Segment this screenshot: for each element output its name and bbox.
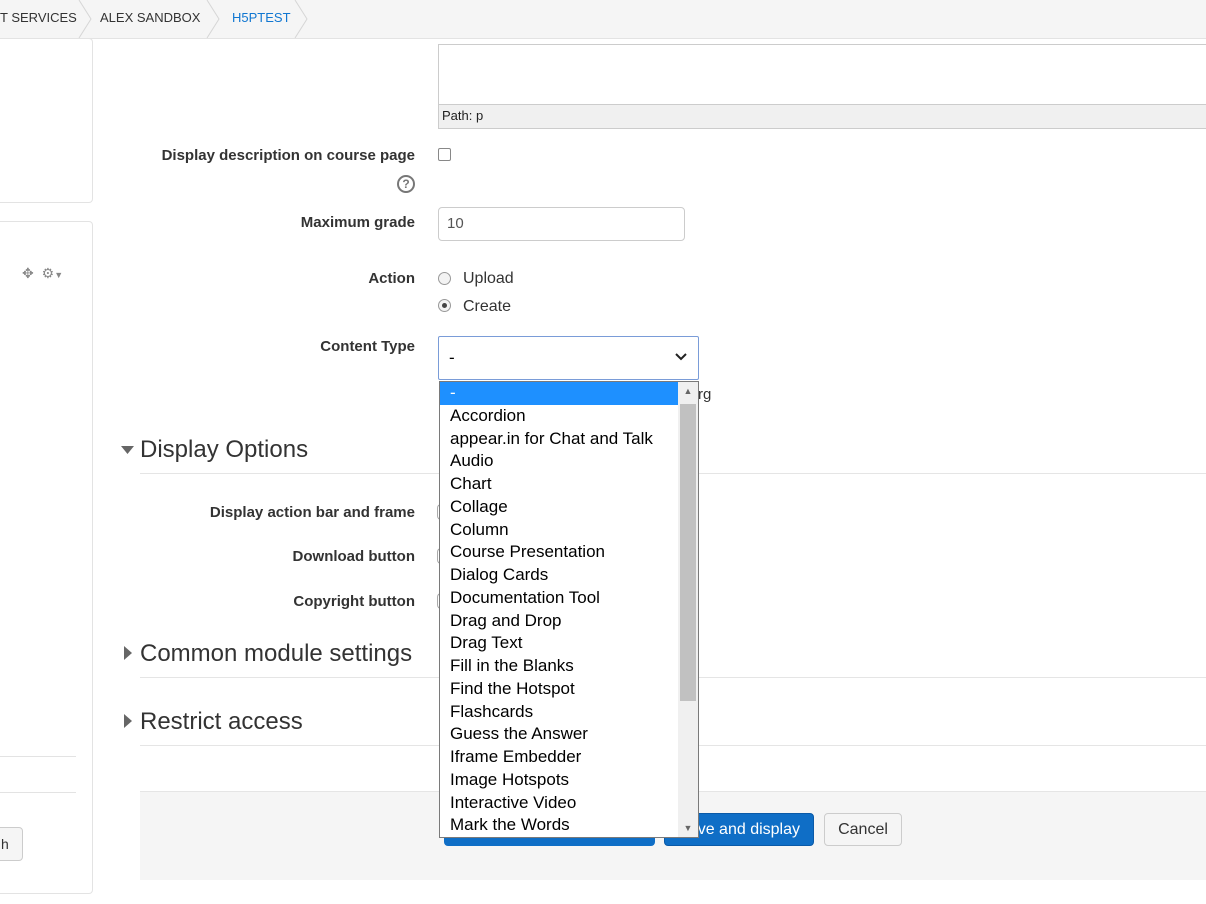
move-icon[interactable]: ✥	[22, 265, 34, 281]
caret-down-icon[interactable]	[121, 446, 134, 455]
breadcrumb-item-alex-sandbox[interactable]: ALEX SANDBOX	[100, 0, 200, 38]
action-upload-label[interactable]: Upload	[463, 270, 514, 288]
dropdown-option[interactable]: Audio	[440, 450, 678, 473]
dropdown-option[interactable]: Accordion	[440, 405, 678, 428]
scroll-up-icon[interactable]: ▲	[678, 386, 698, 396]
section-common-module-settings[interactable]: Common module settings	[140, 640, 412, 668]
sidebar-block-top	[0, 38, 93, 203]
dropdown-option[interactable]: Collage	[440, 496, 678, 519]
description-editor[interactable]: Path: p	[438, 44, 1206, 129]
dropdown-option[interactable]: Column	[440, 519, 678, 542]
sidebar-divider	[0, 756, 76, 757]
breadcrumb: T SERVICES ALEX SANDBOX H5PTEST	[0, 0, 1206, 39]
content-type-value: -	[449, 348, 455, 367]
copyright-button-label: Copyright button	[293, 593, 415, 610]
max-grade-label: Maximum grade	[300, 214, 415, 231]
action-create-label[interactable]: Create	[463, 298, 511, 316]
sidebar-divider	[0, 792, 76, 793]
help-icon[interactable]: ?	[397, 175, 415, 193]
block-controls[interactable]: ✥ ⚙▼	[22, 265, 63, 282]
action-create-radio[interactable]	[438, 299, 451, 312]
dropdown-option[interactable]: Image Hotspots	[440, 769, 678, 792]
dropdown-option[interactable]: Drag and Drop	[440, 610, 678, 633]
dropdown-option[interactable]: Mark the Words	[440, 814, 678, 837]
dropdown-option[interactable]: Fill in the Blanks	[440, 655, 678, 678]
dropdown-option[interactable]: Interactive Video	[440, 792, 678, 815]
content-type-hint: rg	[698, 386, 712, 403]
caret-right-icon[interactable]	[124, 714, 132, 728]
breadcrumb-separator-icon	[78, 0, 92, 38]
dropdown-option[interactable]: Course Presentation	[440, 541, 678, 564]
dropdown-options: - Accordion appear.in for Chat and Talk Aud…	[440, 382, 698, 837]
dropdown-option[interactable]: Guess the Answer	[440, 723, 678, 746]
dropdown-option[interactable]: Chart	[440, 473, 678, 496]
sidebar-button[interactable]: h	[0, 827, 23, 861]
cancel-button[interactable]: Cancel	[824, 813, 902, 846]
chevron-down-icon	[675, 353, 687, 361]
content-type-label: Content Type	[320, 338, 415, 355]
dropdown-option[interactable]: Drag Text	[440, 632, 678, 655]
content-type-dropdown[interactable]: - Accordion appear.in for Chat and Talk Aud…	[439, 381, 699, 838]
breadcrumb-item-h5ptest[interactable]: H5PTEST	[232, 0, 291, 38]
dropdown-option[interactable]: Find the Hotspot	[440, 678, 678, 701]
action-upload-radio[interactable]	[438, 272, 451, 285]
display-description-checkbox[interactable]	[438, 148, 451, 161]
sidebar-block	[0, 221, 93, 894]
dropdown-option[interactable]: Documentation Tool	[440, 587, 678, 610]
action-label: Action	[368, 270, 415, 287]
scrollbar-thumb[interactable]	[680, 404, 696, 701]
breadcrumb-separator-icon	[294, 0, 308, 38]
breadcrumb-item-services[interactable]: T SERVICES	[0, 0, 77, 38]
section-restrict-access[interactable]: Restrict access	[140, 708, 303, 736]
download-button-label: Download button	[292, 548, 415, 565]
section-display-options[interactable]: Display Options	[140, 436, 308, 464]
dropdown-scrollbar[interactable]: ▲ ▼	[678, 382, 698, 837]
dropdown-option[interactable]: -	[440, 382, 678, 405]
dropdown-option[interactable]: Flashcards	[440, 701, 678, 724]
display-action-bar-label: Display action bar and frame	[209, 504, 415, 521]
dropdown-option[interactable]: Iframe Embedder	[440, 746, 678, 769]
dropdown-option[interactable]: appear.in for Chat and Talk	[440, 428, 678, 451]
editor-path-bar: Path: p	[439, 104, 1206, 128]
caret-down-icon[interactable]: ▼	[54, 270, 63, 280]
display-description-label: Display description on course page	[161, 147, 415, 164]
content-type-select[interactable]: -	[438, 336, 699, 380]
dropdown-option[interactable]: Dialog Cards	[440, 564, 678, 587]
breadcrumb-separator-icon	[206, 0, 220, 38]
caret-right-icon[interactable]	[124, 646, 132, 660]
scroll-down-icon[interactable]: ▼	[678, 823, 698, 833]
max-grade-input[interactable]: 10	[438, 207, 685, 241]
gear-icon[interactable]: ⚙	[42, 265, 55, 281]
